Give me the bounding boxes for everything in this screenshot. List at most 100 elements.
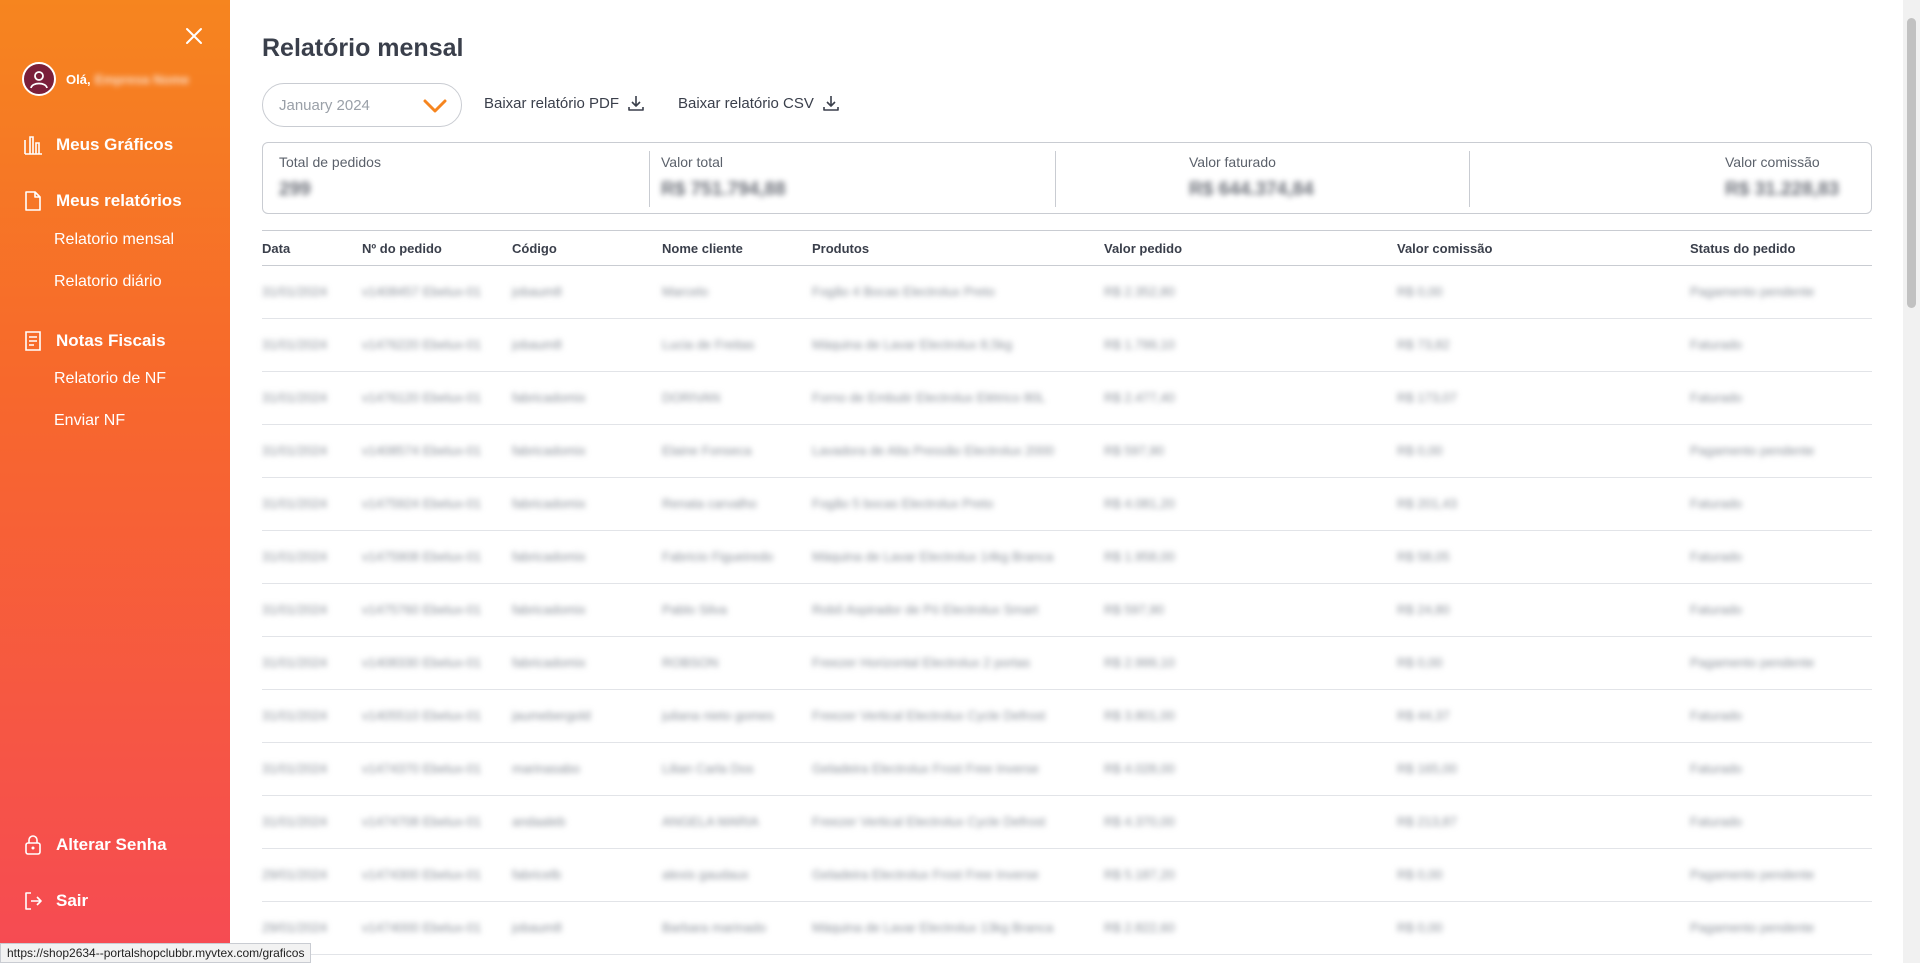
table-cell: v1408574 Ebelux-01 [362, 443, 482, 458]
table-cell: R$ 4.081,20 [1104, 496, 1175, 511]
nav-label: Notas Fiscais [56, 331, 166, 350]
table-cell: R$ 24,80 [1397, 602, 1450, 617]
nav-sair[interactable]: Sair [22, 890, 88, 912]
table-row[interactable]: 31/01/2024 v1476220 Ebelux-01 jobaum8 Lucia… [262, 319, 1872, 372]
table-cell: R$ 4.028,00 [1104, 761, 1175, 776]
sidebar: Olá, Empresa Nome Meus Gráficos Meus rel… [0, 0, 230, 963]
table-cell: Pagamento pendente [1690, 920, 1815, 935]
table-cell: R$ 2.822,60 [1104, 920, 1175, 935]
table-cell: Faturado [1690, 814, 1743, 829]
table-row[interactable]: 31/01/2024 v1408457 Ebelux-01 jobaum8 Marce… [262, 266, 1872, 319]
scrollbar[interactable] [1903, 0, 1920, 963]
nav-relatorio-nf[interactable]: Relatorio de NF [54, 370, 166, 388]
table-cell: ROBSON [662, 655, 719, 670]
nav-notas-fiscais[interactable]: Notas Fiscais [22, 330, 166, 352]
table-cell: 31/01/2024 [262, 443, 328, 458]
user-icon [30, 71, 48, 89]
table-cell: v1476120 Ebelux-01 [362, 390, 482, 405]
bar-chart-icon [24, 136, 42, 155]
table-cell: R$ 165,00 [1397, 761, 1457, 776]
nav-alterar-senha[interactable]: Alterar Senha [22, 834, 167, 856]
total-pedidos-label: Total de pedidos [279, 154, 381, 170]
table-cell: Lucia de Freitas [662, 337, 755, 352]
table-cell: jaumebergold [512, 708, 591, 723]
download-csv-link[interactable]: Baixar relatório CSV [678, 94, 840, 112]
table-cell: R$ 201,43 [1397, 496, 1457, 511]
table-cell: Pagamento pendente [1690, 867, 1815, 882]
column-header: Código [512, 241, 557, 256]
download-pdf-link[interactable]: Baixar relatório PDF [484, 94, 645, 112]
column-header: Produtos [812, 241, 870, 256]
table-cell: 31/01/2024 [262, 337, 328, 352]
table-cell: jobaum8 [512, 920, 562, 935]
table-row[interactable]: 31/01/2024 v1476120 Ebelux-01 fabricadomix… [262, 372, 1872, 425]
column-header: Valor pedido [1104, 241, 1183, 256]
table-row[interactable]: 31/01/2024 v1475760 Ebelux-01 fabricadomix… [262, 584, 1872, 637]
table-cell: fabricadomix [512, 655, 586, 670]
table-cell: Pagamento pendente [1690, 443, 1815, 458]
nav-meus-relatorios[interactable]: Meus relatórios [22, 190, 182, 212]
download-pdf-label: Baixar relatório PDF [484, 94, 620, 112]
table-cell: Máquina de Lavar Electrolux 14kg Branca [812, 549, 1054, 564]
table-cell: v1405510 Ebelux-01 [362, 708, 482, 723]
nav-meus-graficos[interactable]: Meus Gráficos [22, 134, 173, 156]
table-cell: R$ 0,00 [1397, 867, 1443, 882]
table-cell: jobaum8 [512, 284, 562, 299]
table-cell: 31/01/2024 [262, 761, 328, 776]
greeting-label: Olá, [66, 71, 91, 87]
total-pedidos-value: 299 [279, 179, 311, 200]
table-row[interactable]: 31/01/2024 v1408330 Ebelux-01 fabricadomix… [262, 637, 1872, 690]
close-icon[interactable] [183, 25, 205, 47]
column-header: Data [262, 241, 291, 256]
table-cell: Faturado [1690, 708, 1743, 723]
summary-panel: Total de pedidos 299 Valor total R$ 751.… [262, 142, 1872, 214]
table-cell: Fogão 4 Bocas Electrolux Preto [812, 284, 995, 299]
table-cell: fabricadomix [512, 443, 586, 458]
table-cell: v1474000 Ebelux-01 [362, 920, 482, 935]
month-select[interactable]: January 2024 [262, 83, 462, 127]
table-cell: v1474300 Ebelux-01 [362, 867, 482, 882]
table-cell: R$ 0,00 [1397, 920, 1443, 935]
table-cell: R$ 44,37 [1397, 708, 1450, 723]
table-cell: R$ 1.958,00 [1104, 549, 1175, 564]
valor-comissao-label: Valor comissão [1725, 154, 1820, 170]
table-cell: 29/01/2024 [262, 920, 328, 935]
divider [649, 151, 650, 207]
table-cell: fabricelb [512, 867, 562, 882]
table-cell: 31/01/2024 [262, 708, 328, 723]
table-cell: ANGELA MARIA [662, 814, 759, 829]
table-cell: Barbara marinado [662, 920, 767, 935]
table-cell: fabricadomix [512, 602, 586, 617]
table-cell: Lilian Carla Dos [662, 761, 754, 776]
table-cell: R$ 2.999,10 [1104, 655, 1175, 670]
avatar [22, 62, 56, 96]
table-row[interactable]: 31/01/2024 v1474370 Ebelux-01 marinasabo Li… [262, 743, 1872, 796]
table-cell: fabricadomix [512, 549, 586, 564]
table-cell: Pagamento pendente [1690, 655, 1815, 670]
table-row[interactable]: 31/01/2024 v1474708 Ebelux-01 andaaleb ANGE… [262, 796, 1872, 849]
table-row[interactable]: 31/01/2024 v1408574 Ebelux-01 fabricadomix… [262, 425, 1872, 478]
nav-relatorio-mensal[interactable]: Relatorio mensal [54, 231, 174, 249]
table-row[interactable]: 29/01/2024 v1474300 Ebelux-01 fabricelb ale… [262, 849, 1872, 902]
valor-faturado-value: R$ 644.374,84 [1189, 179, 1314, 200]
nav-relatorio-diario[interactable]: Relatorio diário [54, 273, 162, 291]
table-row[interactable]: 31/01/2024 v1475908 Ebelux-01 fabricadomix… [262, 531, 1872, 584]
scrollbar-thumb[interactable] [1907, 18, 1916, 308]
table-cell: Faturado [1690, 337, 1743, 352]
valor-total-label: Valor total [661, 154, 723, 170]
table-cell: R$ 3.801,00 [1104, 708, 1175, 723]
table-cell: Pablo Silva [662, 602, 728, 617]
table-row[interactable]: 31/01/2024 v1475924 Ebelux-01 fabricadomix… [262, 478, 1872, 531]
nav-enviar-nf[interactable]: Enviar NF [54, 412, 125, 430]
main-content: Relatório mensal January 2024 Baixar rel… [262, 0, 1872, 963]
table-row[interactable]: 31/01/2024 v1405510 Ebelux-01 jaumebergold… [262, 690, 1872, 743]
page-title: Relatório mensal [262, 34, 464, 62]
table-cell: Elaine Fonseca [662, 443, 752, 458]
table-row[interactable]: 29/01/2024 v1474000 Ebelux-01 jobaum8 Barba… [262, 902, 1872, 955]
table-cell: Máquina de Lavar Electrolux 13kg Branca [812, 920, 1054, 935]
table-cell: 31/01/2024 [262, 390, 328, 405]
table-cell: v1474370 Ebelux-01 [362, 761, 482, 776]
table-cell: Geladeira Electrolux Frost Free Inverse [812, 867, 1039, 882]
table-cell: 29/01/2024 [262, 867, 328, 882]
user-greeting: Olá, Empresa Nome [22, 62, 189, 96]
